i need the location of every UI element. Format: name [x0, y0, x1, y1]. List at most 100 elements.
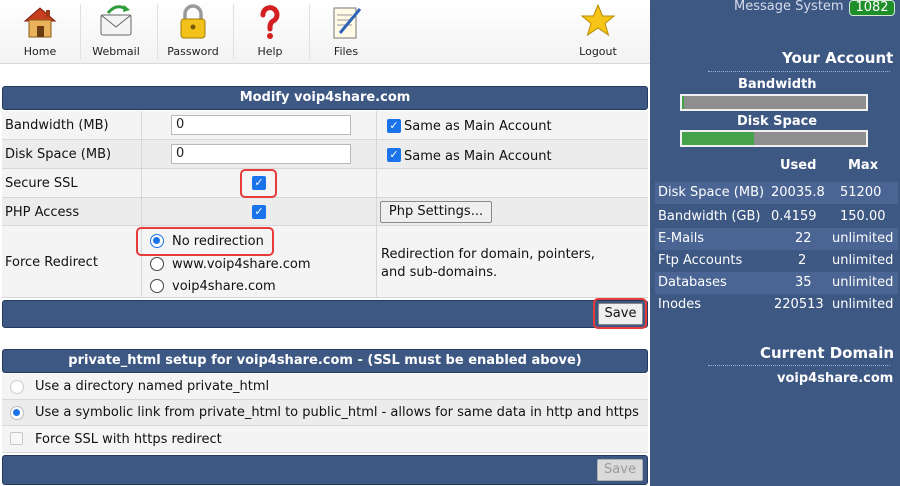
- bandwidth-row: Bandwidth (MB) 0 ✓ Same as Main Account: [2, 111, 648, 140]
- stat-used: 220513: [774, 297, 824, 312]
- php-settings-button[interactable]: Php Settings...: [380, 201, 492, 223]
- nav-home[interactable]: Home: [2, 0, 78, 64]
- nav-help[interactable]: Help: [232, 0, 308, 64]
- divider-dots: [708, 71, 890, 72]
- nav-files[interactable]: Files: [308, 0, 384, 64]
- used-column-header: Used: [780, 158, 817, 173]
- redirect-bare-radio[interactable]: [150, 279, 164, 293]
- column-divider: [376, 169, 377, 198]
- column-divider: [141, 169, 142, 198]
- stat-name: Inodes: [658, 297, 702, 312]
- current-domain-title: Current Domain: [760, 344, 895, 362]
- stat-row: Databases 35 unlimited: [655, 272, 898, 294]
- disk-same-checkbox[interactable]: ✓: [387, 148, 401, 162]
- stat-row: Inodes 220513 unlimited: [655, 294, 898, 316]
- bandwidth-input[interactable]: 0: [171, 115, 351, 135]
- column-divider: [141, 111, 142, 140]
- help-question-icon: [260, 5, 280, 39]
- private-save-button[interactable]: Save: [597, 459, 643, 481]
- current-domain-link[interactable]: voip4share.com: [777, 371, 893, 386]
- disk-usage-bar: [680, 130, 868, 147]
- stat-name: Bandwidth (GB): [658, 209, 761, 224]
- column-divider: [376, 111, 377, 140]
- stat-max: unlimited: [832, 231, 894, 246]
- disk-same-label: Same as Main Account: [404, 149, 552, 164]
- stat-name: Databases: [658, 275, 727, 290]
- stat-used: 22: [795, 231, 812, 246]
- divider-dots: [708, 365, 890, 366]
- nav-logout[interactable]: Logout: [560, 0, 636, 64]
- padlock-icon: [180, 4, 206, 39]
- private-dir-radio[interactable]: [10, 380, 24, 394]
- stat-used: 35: [795, 275, 812, 290]
- bandwidth-usage-bar: [680, 94, 868, 111]
- nav-password[interactable]: Password: [155, 0, 231, 64]
- redirect-www-radio[interactable]: [150, 257, 164, 271]
- redirect-note: Redirection for domain, pointers, and su…: [381, 247, 595, 280]
- force-redirect-label: Force Redirect: [5, 255, 98, 270]
- column-divider: [376, 226, 377, 298]
- private-html-panel-footer: [2, 455, 648, 485]
- ssl-highlight-box: [240, 169, 277, 198]
- private-dir-label: Use a directory named private_html: [35, 379, 270, 394]
- stat-row: Bandwidth (GB) 0.4159 150.00: [655, 206, 898, 228]
- subheader-strip: [0, 64, 650, 84]
- nav-logout-label: Logout: [579, 45, 617, 58]
- modify-panel-title: Modify voip4share.com: [2, 86, 648, 110]
- stat-max: 51200: [840, 185, 882, 200]
- max-column-header: Max: [848, 158, 879, 173]
- stat-used: 20035.8: [771, 185, 825, 200]
- stat-max: unlimited: [832, 253, 894, 268]
- top-navigation: Home Webmail Password Help Files Logout: [0, 0, 650, 64]
- nav-home-label: Home: [23, 45, 57, 58]
- stat-max: unlimited: [832, 297, 894, 312]
- force-ssl-checkbox[interactable]: [10, 432, 23, 445]
- stat-row: E-Mails 22 unlimited: [655, 228, 898, 250]
- private-symlink-row: Use a symbolic link from private_html to…: [2, 400, 648, 426]
- force-ssl-label: Force SSL with https redirect: [35, 432, 222, 447]
- bandwidth-usage-fill: [682, 96, 684, 109]
- stat-row: Disk Space (MB) 20035.8 51200: [655, 182, 898, 204]
- private-symlink-label: Use a symbolic link from private_html to…: [35, 405, 639, 420]
- message-count-badge[interactable]: 1082: [849, 0, 895, 16]
- php-access-row: PHP Access ✓ Php Settings...: [2, 198, 648, 226]
- stat-used: 2: [798, 253, 807, 268]
- save-highlight-box: [593, 298, 647, 329]
- files-icon: [333, 7, 362, 39]
- disk-usage-fill: [682, 132, 754, 145]
- column-divider: [141, 198, 142, 226]
- modify-panel-footer: [2, 300, 648, 328]
- nav-files-label: Files: [333, 45, 359, 58]
- private-symlink-radio[interactable]: [10, 406, 24, 420]
- disk-space-input[interactable]: 0: [171, 144, 351, 164]
- redirect-bare-label: voip4share.com: [172, 279, 276, 294]
- stat-name: E-Mails: [658, 231, 705, 246]
- secure-ssl-row: Secure SSL ✓: [2, 169, 648, 198]
- php-access-label: PHP Access: [5, 205, 80, 220]
- bandwidth-same-checkbox[interactable]: ✓: [387, 119, 401, 133]
- column-divider: [376, 198, 377, 226]
- private-html-panel-title: private_html setup for voip4share.com - …: [2, 349, 648, 373]
- stat-name: Disk Space (MB): [658, 185, 765, 200]
- stat-max: unlimited: [832, 275, 894, 290]
- bandwidth-same-label: Same as Main Account: [404, 119, 552, 134]
- nav-help-label: Help: [257, 45, 283, 58]
- page-root: Home Webmail Password Help Files Logout …: [0, 0, 900, 486]
- redirect-www-label: www.voip4share.com: [172, 257, 311, 272]
- stat-row: Ftp Accounts 2 unlimited: [655, 250, 898, 272]
- bandwidth-label: Bandwidth (MB): [5, 118, 109, 133]
- disk-bar-label: Disk Space: [737, 114, 818, 129]
- stat-used: 0.4159: [771, 209, 817, 224]
- redirect-highlight-box: [136, 227, 274, 256]
- column-divider: [141, 140, 142, 169]
- home-icon: [23, 7, 57, 38]
- private-dir-row: Use a directory named private_html: [2, 374, 648, 400]
- message-system-label: Message System: [734, 0, 844, 14]
- secure-ssl-label: Secure SSL: [5, 176, 78, 191]
- disk-space-label: Disk Space (MB): [5, 147, 112, 162]
- column-divider: [376, 140, 377, 169]
- php-access-checkbox[interactable]: ✓: [252, 205, 266, 219]
- stat-name: Ftp Accounts: [658, 253, 743, 268]
- nav-webmail[interactable]: Webmail: [78, 0, 154, 64]
- star-logout-icon: [580, 3, 616, 37]
